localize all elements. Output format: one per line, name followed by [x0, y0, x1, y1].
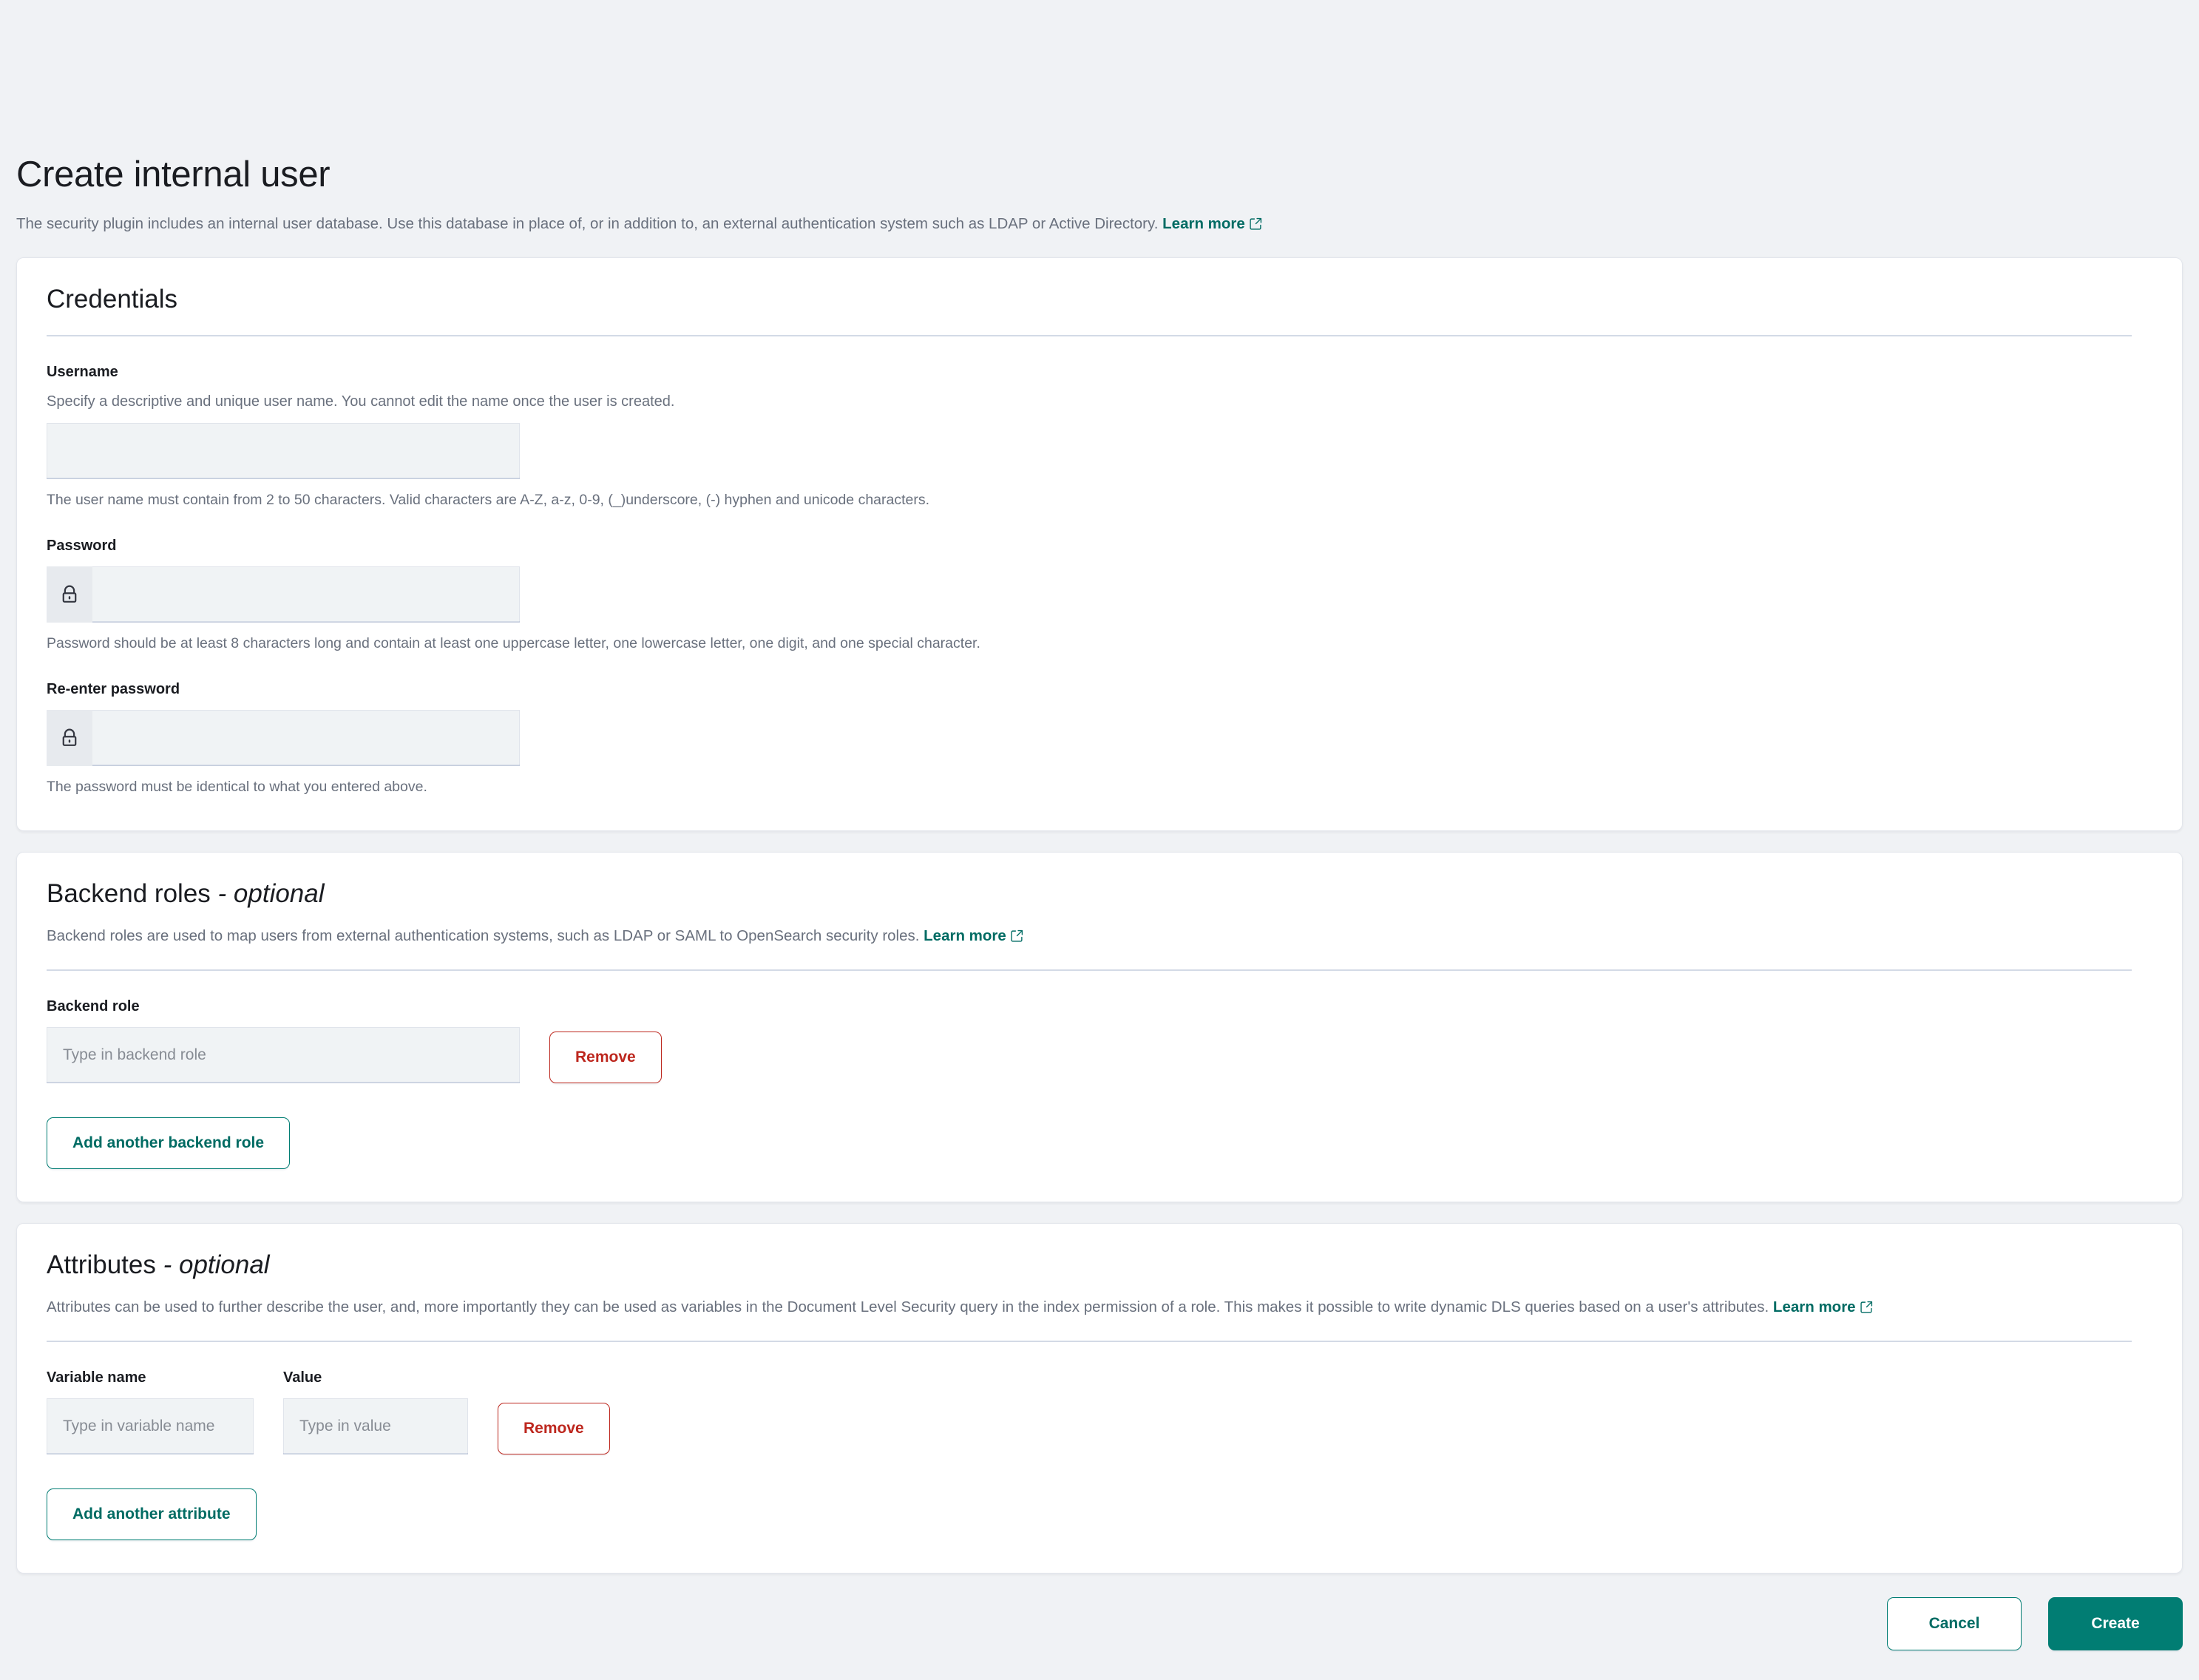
remove-attribute-button[interactable]: Remove	[498, 1403, 610, 1454]
remove-backend-role-button[interactable]: Remove	[549, 1032, 662, 1083]
variable-value-label: Value	[283, 1367, 468, 1388]
reenter-password-input-group	[47, 710, 520, 766]
password-label: Password	[47, 535, 2152, 556]
external-link-icon	[1250, 214, 1262, 237]
lock-icon	[47, 566, 92, 623]
learn-more-link-attributes[interactable]: Learn more	[1773, 1298, 1873, 1315]
backend-role-input[interactable]	[47, 1027, 520, 1083]
page-header: Create internal user The security plugin…	[16, 0, 2183, 237]
backend-roles-optional-suffix: - optional	[218, 879, 325, 908]
cancel-button[interactable]: Cancel	[1887, 1597, 2022, 1650]
attribute-row: Variable name Value Remove Add another a…	[47, 1367, 2152, 1540]
page-description: The security plugin includes an internal…	[16, 213, 2183, 237]
add-another-attribute-button[interactable]: Add another attribute	[47, 1488, 257, 1540]
backend-roles-title-text: Backend roles	[47, 879, 211, 908]
attributes-title-text: Attributes	[47, 1250, 156, 1279]
username-label: Username	[47, 362, 2152, 382]
reenter-password-hint-text: The password must be identical to what y…	[47, 776, 2152, 797]
add-another-backend-role-button[interactable]: Add another backend role	[47, 1117, 290, 1169]
backend-roles-description-text: Backend roles are used to map users from…	[47, 927, 919, 944]
lock-icon	[47, 710, 92, 766]
external-link-icon	[1860, 1298, 1873, 1320]
learn-more-link-header[interactable]: Learn more	[1162, 215, 1262, 232]
learn-more-label: Learn more	[1162, 215, 1245, 232]
external-link-icon	[1011, 927, 1023, 949]
username-hint-text: The user name must contain from 2 to 50 …	[47, 490, 2152, 510]
reenter-password-label: Re-enter password	[47, 679, 2152, 700]
password-input-group	[47, 566, 520, 623]
backend-role-label: Backend role	[47, 996, 520, 1017]
learn-more-label: Learn more	[1773, 1298, 1856, 1315]
footer-actions: Cancel Create	[16, 1597, 2183, 1680]
credentials-panel-title: Credentials	[47, 285, 2152, 314]
backend-roles-description: Backend roles are used to map users from…	[47, 925, 2152, 949]
password-hint-text: Password should be at least 8 characters…	[47, 633, 2152, 654]
backend-role-input-col: Backend role	[47, 996, 520, 1083]
backend-roles-divider	[47, 969, 2132, 971]
username-input[interactable]	[47, 423, 520, 479]
variable-name-label: Variable name	[47, 1367, 254, 1388]
attributes-divider	[47, 1341, 2132, 1342]
reenter-password-field-block: Re-enter password The password must be i…	[47, 679, 2152, 797]
attributes-description-text: Attributes can be used to further descri…	[47, 1298, 1769, 1315]
page-title: Create internal user	[16, 155, 2183, 195]
backend-roles-panel: Backend roles - optional Backend roles a…	[16, 852, 2183, 1202]
create-button[interactable]: Create	[2048, 1597, 2183, 1650]
password-input[interactable]	[92, 566, 520, 623]
backend-roles-panel-title: Backend roles - optional	[47, 879, 2152, 909]
username-field-block: Username Specify a descriptive and uniqu…	[47, 362, 2152, 510]
credentials-divider	[47, 335, 2132, 336]
page-description-text: The security plugin includes an internal…	[16, 215, 1158, 232]
learn-more-label: Learn more	[924, 927, 1006, 944]
reenter-password-input[interactable]	[92, 710, 520, 766]
attributes-description: Attributes can be used to further descri…	[47, 1296, 2152, 1320]
backend-role-row: Backend role Remove Add another backend …	[47, 996, 2152, 1169]
backend-role-inline-row: Backend role Remove	[47, 996, 2152, 1083]
attributes-panel-title: Attributes - optional	[47, 1250, 2152, 1280]
password-field-block: Password Password should be at least 8 c…	[47, 535, 2152, 654]
variable-name-input[interactable]	[47, 1398, 254, 1454]
variable-value-input[interactable]	[283, 1398, 468, 1454]
username-help-text: Specify a descriptive and unique user na…	[47, 391, 2152, 413]
credentials-panel: Credentials Username Specify a descripti…	[16, 257, 2183, 831]
learn-more-link-backend-roles[interactable]: Learn more	[924, 927, 1023, 944]
attributes-panel: Attributes - optional Attributes can be …	[16, 1223, 2183, 1574]
create-internal-user-page: Create internal user The security plugin…	[0, 0, 2199, 1411]
attributes-optional-suffix: - optional	[163, 1250, 270, 1279]
